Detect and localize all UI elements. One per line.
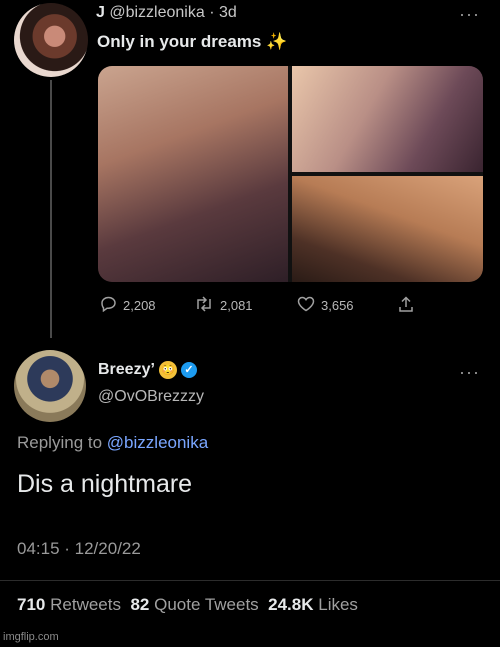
quote-tweets-stat[interactable]: 82 Quote Tweets: [130, 595, 258, 614]
reply-author-avatar[interactable]: [14, 350, 86, 422]
likes-count: 24.8K: [268, 595, 314, 614]
retweets-stat[interactable]: 710 Retweets: [17, 595, 121, 614]
reply-author-name-row: Breezy’ 😳 ✓: [98, 361, 197, 379]
engagement-stats: 710 Retweets 82 Quote Tweets 24.8K Likes: [17, 595, 358, 615]
reply-action[interactable]: 2,208: [100, 296, 156, 315]
reply-count: 2,208: [123, 298, 156, 313]
reply-icon: [100, 296, 117, 315]
flushed-emoji-icon: 😳: [158, 361, 177, 379]
verified-badge-icon: ✓: [180, 362, 197, 378]
share-action[interactable]: [398, 296, 414, 316]
retweet-action[interactable]: 2,081: [194, 296, 253, 315]
retweet-count: 2,081: [220, 298, 253, 313]
media-photo-1[interactable]: [98, 66, 288, 282]
likes-stat[interactable]: 24.8K Likes: [268, 595, 358, 614]
reply-timestamp[interactable]: 04:15 · 12/20/22: [17, 539, 141, 559]
quotes-label: Quote Tweets: [154, 595, 259, 614]
replying-to-link[interactable]: @bizzleonika: [107, 433, 208, 452]
tweet-age[interactable]: 3d: [219, 4, 237, 21]
share-icon: [398, 296, 414, 316]
more-options-icon[interactable]: ···: [459, 4, 480, 25]
original-tweet-meta: J @bizzleonika · 3d: [96, 4, 237, 22]
reply-more-options-icon[interactable]: ···: [459, 362, 480, 383]
original-author-handle[interactable]: @bizzleonika: [109, 4, 204, 21]
imgflip-watermark: imgflip.com: [3, 631, 59, 643]
reply-author-name[interactable]: Breezy’: [98, 361, 155, 379]
like-count: 3,656: [321, 298, 354, 313]
reply-author-handle[interactable]: @OvOBrezzzy: [98, 388, 204, 406]
stats-divider: [0, 580, 500, 581]
media-photo-3[interactable]: [292, 176, 483, 282]
replying-prefix: Replying to: [17, 433, 103, 452]
separator-dot: ·: [209, 4, 215, 21]
heart-icon: [297, 296, 315, 315]
replying-to-line: Replying to @bizzleonika: [17, 433, 208, 453]
thread-connector-line: [50, 80, 52, 338]
original-tweet-text: Only in your dreams ✨: [97, 32, 288, 51]
likes-label: Likes: [318, 595, 358, 614]
quotes-count: 82: [130, 595, 150, 614]
retweets-count: 710: [17, 595, 46, 614]
original-author-avatar[interactable]: [14, 3, 88, 77]
tweet-media-grid[interactable]: [98, 66, 483, 282]
like-action[interactable]: 3,656: [297, 296, 354, 315]
original-author-name[interactable]: J: [96, 4, 105, 21]
retweets-label: Retweets: [50, 595, 121, 614]
reply-tweet-text: Dis a nightmare: [17, 470, 193, 498]
media-photo-2[interactable]: [292, 66, 483, 172]
retweet-icon: [194, 296, 214, 315]
